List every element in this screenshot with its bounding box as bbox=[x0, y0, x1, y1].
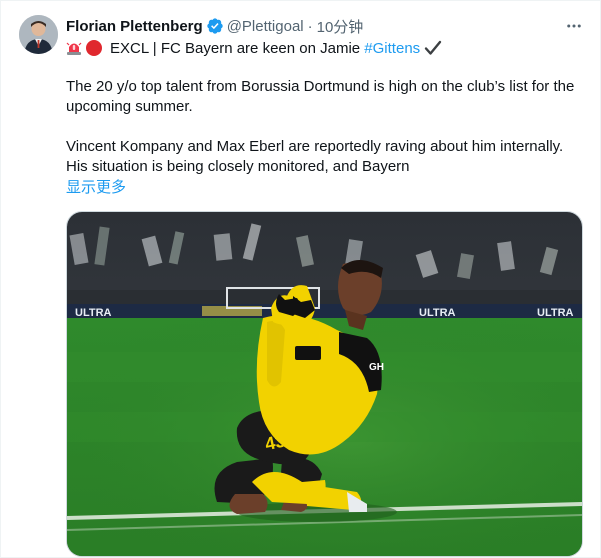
tweet-media-image[interactable]: ULTRA ULTRA ULTRA 43 GH bbox=[66, 211, 583, 557]
ad-board-text: ULTRA bbox=[537, 307, 574, 319]
tweet-card[interactable]: Florian Plettenberg @Plettigoal · 10分钟 E… bbox=[0, 0, 601, 558]
separator-dot: · bbox=[307, 17, 313, 35]
tweet-line: His situation is being closely monitored… bbox=[66, 158, 410, 175]
tweet-body: The 20 y/o top talent from Borussia Dort… bbox=[66, 77, 586, 177]
author-handle[interactable]: @Plettigoal bbox=[227, 18, 304, 35]
heavy-check-mark-icon bbox=[424, 39, 442, 57]
ad-board-text: ULTRA bbox=[419, 307, 456, 319]
show-more-link[interactable]: 显示更多 bbox=[66, 177, 126, 197]
red-circle-emoji-icon bbox=[86, 40, 102, 56]
tweet-line: Vincent Kompany and Max Eberl are report… bbox=[66, 138, 564, 155]
svg-text:GH: GH bbox=[369, 362, 384, 373]
ad-board-text: ULTRA bbox=[75, 307, 112, 319]
verified-badge-icon bbox=[206, 17, 224, 35]
tweet-paragraph: Vincent Kompany and Max Eberl are report… bbox=[66, 137, 586, 177]
tweet-header: Florian Plettenberg @Plettigoal · 10分钟 bbox=[66, 15, 363, 37]
avatar[interactable] bbox=[19, 15, 58, 54]
author-display-name[interactable]: Florian Plettenberg bbox=[66, 18, 203, 35]
post-time[interactable]: 10分钟 bbox=[317, 16, 364, 37]
more-options-icon[interactable] bbox=[563, 15, 585, 37]
headline-text: EXCL | FC Bayern are keen on Jamie bbox=[110, 39, 365, 57]
siren-emoji-icon bbox=[66, 40, 82, 56]
tweet-paragraph: The 20 y/o top talent from Borussia Dort… bbox=[66, 78, 575, 115]
tweet-headline: EXCL | FC Bayern are keen on Jamie #Gitt… bbox=[66, 37, 442, 59]
hashtag-link[interactable]: #Gittens bbox=[364, 40, 420, 57]
